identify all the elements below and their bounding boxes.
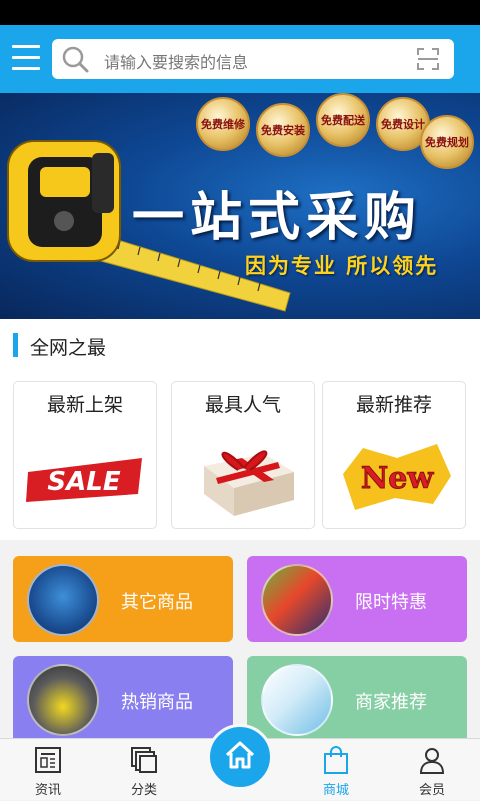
card-newest[interactable]: 最新上架 SALE [13,381,157,529]
svg-text:New: New [361,461,435,496]
tab-label: 分类 [130,783,157,798]
tab-news[interactable]: 资讯 [0,739,96,801]
jersey-thumbnail [261,564,333,636]
user-icon [419,748,445,774]
home-icon [225,741,255,769]
section-header: 全网之最 [0,319,480,371]
tab-mall[interactable]: 商城 [288,739,384,801]
category-icon [131,747,157,773]
tab-label: 商城 [322,783,349,798]
featured-panel: 最新上架 SALE 最具人气 最新推荐 New [0,371,480,540]
shopping-bag-icon [324,746,348,774]
scan-icon[interactable] [416,47,440,71]
card-label: 最新上架 [46,394,123,416]
card-recommended[interactable]: 最新推荐 New [322,381,466,529]
medal-badge: 免费配送 [316,93,370,150]
menu-icon[interactable] [12,45,40,71]
banner-title: 一站式采购 [132,187,423,248]
tile-label: 其它商品 [121,592,193,613]
card-label: 最具人气 [204,394,281,416]
tile-label: 限时特惠 [355,592,427,613]
gift-box-icon [204,450,294,516]
sale-art-icon: SALE [26,458,142,502]
sneaker-thumbnail [27,664,99,736]
section-title: 全网之最 [30,337,107,359]
backpack-thumbnail [27,564,99,636]
card-label: 最新推荐 [355,394,432,416]
status-bar [0,0,480,25]
tile-other-products[interactable]: 其它商品 [13,556,233,642]
medal-badge: 免费规划 [420,115,474,172]
card-popular[interactable]: 最具人气 [171,381,315,529]
tile-label: 热销商品 [121,692,193,713]
medal-badge: 免费维修 [196,97,250,154]
tile-label: 商家推荐 [355,692,427,713]
search-placeholder: 请输入要搜索的信息 [104,53,249,72]
banner-subtitle: 因为专业 所以领先 [245,254,439,278]
tab-label: 资讯 [34,783,61,798]
search-input[interactable]: 请输入要搜索的信息 [52,39,454,79]
tab-category[interactable]: 分类 [96,739,192,801]
tab-member[interactable]: 会员 [384,739,480,801]
tile-hot-products[interactable]: 热销商品 [13,656,233,738]
medal-badge: 免费安装 [256,103,310,160]
svg-text:SALE: SALE [47,467,120,497]
tile-limited-offer[interactable]: 限时特惠 [247,556,467,642]
search-icon [62,46,89,73]
news-icon [35,747,61,773]
section-accent-bar [13,333,18,357]
phone-thumbnail [261,664,333,736]
tab-label: 会员 [418,783,445,798]
promo-banner[interactable]: 免费维修 免费安装 免费配送 免费设计 免费规划 一站式采购 因为专业 所以领先 [0,93,480,319]
home-button[interactable] [207,724,273,790]
tile-merchant-picks[interactable]: 商家推荐 [247,656,467,738]
new-art-icon: New [343,444,451,510]
top-bar: 请输入要搜索的信息 [0,25,480,93]
